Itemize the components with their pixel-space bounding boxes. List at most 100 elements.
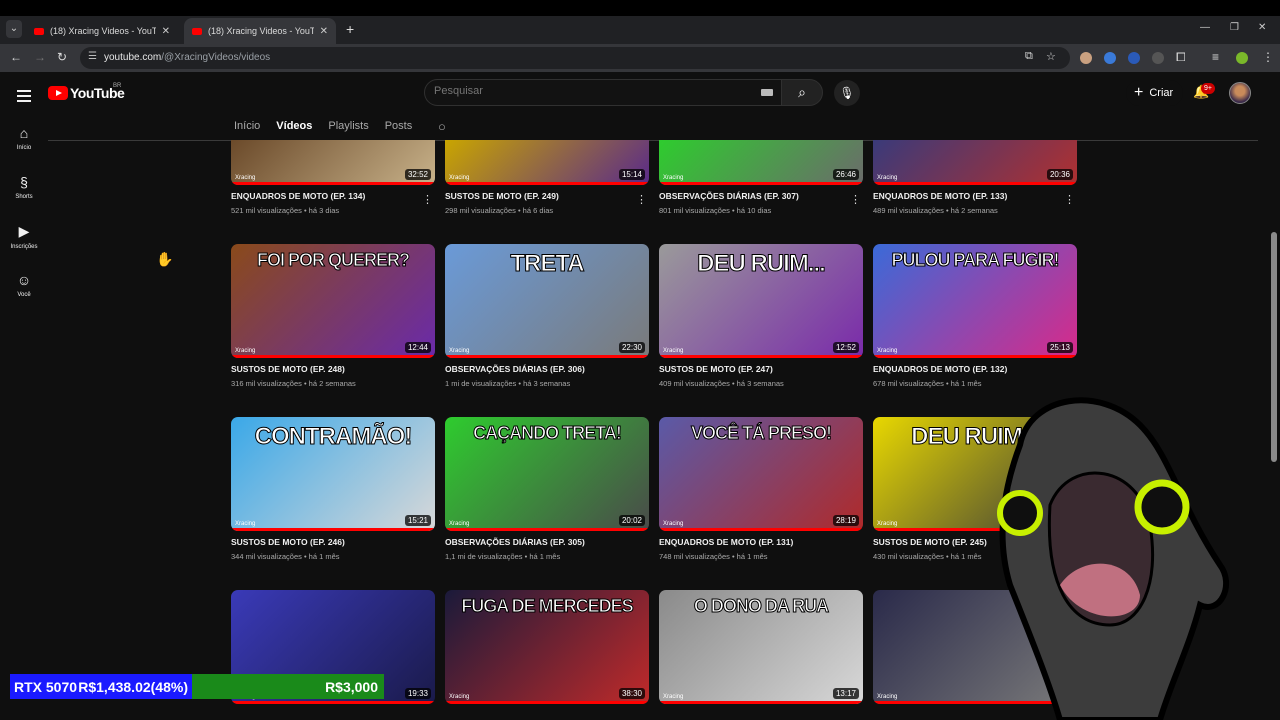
extensions-puzzle-icon[interactable]: ⧠ — [1176, 50, 1186, 65]
scrollbar-thumb[interactable] — [1271, 232, 1277, 462]
video-metadata: 489 mil visualizações • há 2 semanas — [873, 206, 1077, 215]
video-duration: 12:52 — [832, 342, 859, 353]
extension-icon[interactable] — [1080, 52, 1092, 64]
extension-icon[interactable] — [1128, 52, 1140, 64]
view-count: 1,1 mi de visualizações — [445, 552, 523, 561]
video-thumbnail[interactable]: VOCÊ TÁ PRESO! Xracing 28:19 — [659, 417, 863, 531]
video-title[interactable]: ENQUADROS DE MOTO (EP. 132) — [873, 364, 1077, 374]
browser-menu-icon[interactable]: ⋮ — [1262, 50, 1274, 64]
minimize-button[interactable]: — — [1200, 22, 1210, 33]
video-thumbnail[interactable]: CAÇANDO TRETA! Xracing 20:02 — [445, 417, 649, 531]
sidebar-item-inscricoes[interactable]: ▶ Inscrições — [0, 223, 48, 250]
sidebar-item-shorts[interactable]: § Shorts — [0, 174, 48, 200]
video-duration: 32:52 — [404, 169, 431, 180]
video-thumbnail[interactable]: PULOU PARA FUGIR! Xracing 25:13 — [873, 244, 1077, 358]
avatar[interactable] — [1229, 82, 1251, 104]
create-button[interactable]: + Criar — [1126, 80, 1184, 106]
profile-icon[interactable] — [1236, 52, 1248, 64]
video-card[interactable]: VOCÊ TÁ PRESO! Xracing 28:19 ENQUADROS DE M… — [659, 417, 863, 561]
video-card[interactable]: DEU RUIM... Xracing 12:52 SUSTOS DE MOTO (E… — [659, 244, 863, 388]
video-duration: 20:36 — [1046, 169, 1073, 180]
tab-search-button[interactable]: ⌄ — [6, 20, 22, 38]
upload-age: há 10 dias — [736, 206, 772, 215]
video-title[interactable]: ENQUADROS DE MOTO (EP. 134) — [231, 191, 435, 201]
search-input[interactable] — [434, 85, 734, 97]
forward-icon[interactable]: → — [34, 50, 46, 64]
video-card[interactable]: CONTRAMÃO! Xracing 15:21 SUSTOS DE MOTO (EP… — [231, 417, 435, 561]
close-tab-icon[interactable]: ✕ — [162, 26, 170, 37]
video-menu-icon[interactable]: ⋮ — [422, 193, 433, 206]
video-menu-icon[interactable]: ⋮ — [1064, 193, 1075, 206]
video-thumbnail[interactable]: Xracing 20:36 — [873, 140, 1077, 185]
video-card[interactable]: Xracing 26:46 OBSERVAÇÕES DIÁRIAS (EP. 307… — [659, 140, 863, 215]
close-window-button[interactable]: ✕ — [1258, 22, 1266, 33]
video-thumbnail[interactable]: DEU RUIM... Xracing 12:52 — [659, 244, 863, 358]
keyboard-icon[interactable] — [761, 89, 773, 96]
video-card[interactable]: PULOU PARA FUGIR! Xracing 25:13 ENQUADROS D… — [873, 244, 1077, 388]
video-card[interactable]: Xracing 32:52 ENQUADROS DE MOTO (EP. 134) 5… — [231, 140, 435, 215]
video-card[interactable]: TRETA Xracing 22:30 OBSERVAÇÕES DIÁRIAS (EP… — [445, 244, 649, 388]
view-count: 298 mil visualizações — [445, 206, 516, 215]
video-card[interactable]: CAÇANDO TRETA! Xracing 20:02 OBSERVAÇÕES DI… — [445, 417, 649, 561]
video-card[interactable]: O DONO DA RUA Xracing 13:17 — [659, 590, 863, 704]
sidebar-item-voce[interactable]: ☺ Você — [0, 272, 48, 298]
extension-icon[interactable] — [1152, 52, 1164, 64]
url-text[interactable]: youtube.com/@XracingVideos/videos — [104, 52, 270, 63]
tab-playlists[interactable]: Playlists — [328, 120, 368, 132]
video-card[interactable]: FOI POR QUERER? Xracing 12:44 SUSTOS DE MOT… — [231, 244, 435, 388]
video-title[interactable]: OBSERVAÇÕES DIÁRIAS (EP. 305) — [445, 537, 649, 547]
video-metadata: 409 mil visualizações • há 3 semanas — [659, 379, 863, 388]
reload-icon[interactable]: ↻ — [57, 50, 67, 64]
video-title[interactable]: SUSTOS DE MOTO (EP. 248) — [231, 364, 435, 374]
new-tab-button[interactable]: + — [346, 21, 354, 37]
media-controls-icon[interactable]: ≡ — [1212, 50, 1219, 64]
upload-age: há 1 mês — [950, 379, 982, 388]
video-thumbnail[interactable]: FOI POR QUERER? Xracing 12:44 — [231, 244, 435, 358]
video-card[interactable]: FUGA DE MERCEDES Xracing 38:30 — [445, 590, 649, 704]
frog-mascot-sticker — [997, 397, 1229, 720]
video-metadata: 316 mil visualizações • há 2 semanas — [231, 379, 435, 388]
youtube-favicon-icon — [192, 27, 202, 35]
video-duration: 19:33 — [404, 688, 431, 699]
video-duration: 25:13 — [1046, 342, 1073, 353]
close-tab-icon[interactable]: ✕ — [320, 26, 328, 37]
video-title[interactable]: SUSTOS DE MOTO (EP. 247) — [659, 364, 863, 374]
video-title[interactable]: ENQUADROS DE MOTO (EP. 133) — [873, 191, 1077, 201]
video-thumbnail[interactable]: TRETA Xracing 22:30 — [445, 244, 649, 358]
tab-videos[interactable]: Vídeos — [276, 120, 312, 132]
video-thumbnail[interactable]: CONTRAMÃO! Xracing 15:21 — [231, 417, 435, 531]
tab-posts[interactable]: Posts — [385, 120, 413, 132]
video-card[interactable]: Xracing 15:14 SUSTOS DE MOTO (EP. 249) 298 … — [445, 140, 649, 215]
search-button[interactable]: ⌕ — [781, 79, 823, 106]
tab-inicio[interactable]: Início — [234, 120, 260, 132]
video-menu-icon[interactable]: ⋮ — [850, 193, 861, 206]
view-count: 409 mil visualizações — [659, 379, 730, 388]
voice-search-button[interactable]: 🎙 — [834, 80, 860, 106]
video-title[interactable]: ENQUADROS DE MOTO (EP. 131) — [659, 537, 863, 547]
channel-watermark: Xracing — [663, 521, 684, 527]
bookmark-star-icon[interactable]: ☆ — [1046, 50, 1056, 63]
video-title[interactable]: OBSERVAÇÕES DIÁRIAS (EP. 306) — [445, 364, 649, 374]
install-app-icon[interactable]: ⧉ — [1025, 50, 1033, 63]
sidebar-item-inicio[interactable]: ⌂ Início — [0, 125, 48, 151]
browser-tab-1[interactable]: (18) Xracing Videos - YouTube ✕ — [26, 18, 178, 44]
video-thumbnail[interactable]: Xracing 26:46 — [659, 140, 863, 185]
back-icon[interactable]: ← — [10, 50, 22, 64]
youtube-logo-icon[interactable] — [48, 86, 68, 100]
site-info-icon[interactable]: ☰ — [88, 51, 100, 63]
channel-search-icon[interactable]: ○ — [438, 119, 446, 134]
video-thumbnail[interactable]: Xracing 15:14 — [445, 140, 649, 185]
guide-menu-icon[interactable] — [17, 87, 31, 105]
video-thumbnail[interactable]: FUGA DE MERCEDES Xracing 38:30 — [445, 590, 649, 704]
video-card[interactable]: Xracing 20:36 ENQUADROS DE MOTO (EP. 133) 4… — [873, 140, 1077, 215]
video-menu-icon[interactable]: ⋮ — [636, 193, 647, 206]
browser-tab-2[interactable]: (18) Xracing Videos - YouTube ✕ — [184, 18, 336, 44]
video-thumbnail[interactable]: Xracing 32:52 — [231, 140, 435, 185]
video-title[interactable]: SUSTOS DE MOTO (EP. 246) — [231, 537, 435, 547]
donation-goal-bar: RTX 5070 R$1,438.02(48%) R$3,000 — [10, 674, 384, 699]
video-thumbnail[interactable]: O DONO DA RUA Xracing 13:17 — [659, 590, 863, 704]
extension-icon[interactable] — [1104, 52, 1116, 64]
video-title[interactable]: SUSTOS DE MOTO (EP. 249) — [445, 191, 649, 201]
maximize-button[interactable]: ❐ — [1230, 22, 1239, 33]
video-title[interactable]: OBSERVAÇÕES DIÁRIAS (EP. 307) — [659, 191, 863, 201]
